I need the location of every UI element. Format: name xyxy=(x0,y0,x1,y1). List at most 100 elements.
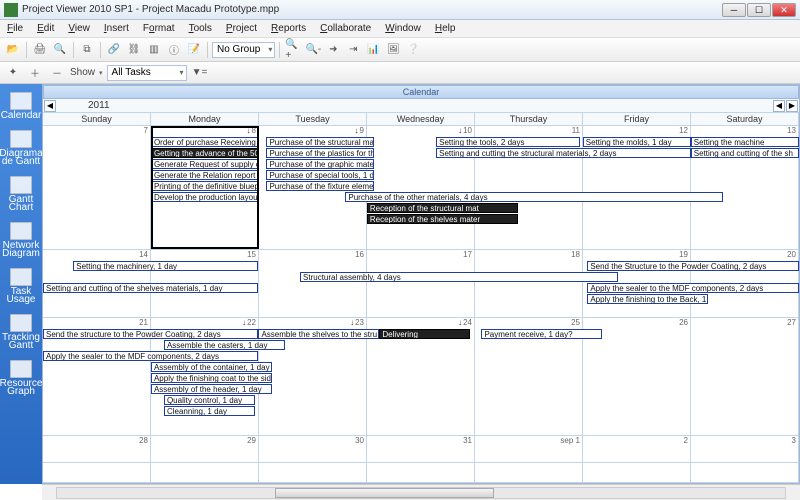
picture-icon[interactable]: 🖼 xyxy=(384,41,402,59)
day-cell[interactable]: 7 xyxy=(43,126,151,249)
zoom-out-icon[interactable]: 🔍- xyxy=(304,41,322,59)
month-next-prev-button[interactable]: ◀ xyxy=(773,100,785,112)
day-cell[interactable]: 3 xyxy=(691,436,799,462)
help-icon[interactable]: ❔ xyxy=(404,41,422,59)
scrollbar-thumb[interactable] xyxy=(275,488,493,498)
task-bar[interactable]: Send the Structure to the Powder Coating… xyxy=(587,261,799,271)
task-bar[interactable]: Assembly of the container, 1 day xyxy=(151,362,272,372)
zoom-in-icon[interactable]: 🔍+ xyxy=(284,41,302,59)
filter-select[interactable]: All Tasks xyxy=(107,65,187,81)
sidebar-item-tracking-gantt[interactable]: Tracking Gantt xyxy=(2,310,40,354)
task-bar[interactable]: Setting the machine xyxy=(691,137,799,147)
day-cell[interactable]: 16 xyxy=(259,250,367,317)
expand-icon[interactable]: ＋ xyxy=(26,64,44,82)
sidebar-item-task-usage[interactable]: Task Usage xyxy=(2,264,40,308)
day-cell[interactable]: 31 xyxy=(367,436,475,462)
maximize-button[interactable]: ☐ xyxy=(747,3,771,17)
task-bar[interactable]: Assembly of the header, 1 day xyxy=(151,384,272,394)
task-bar[interactable]: Reception of the shelves mater xyxy=(367,214,518,224)
close-button[interactable]: ✕ xyxy=(772,3,796,17)
task-bar[interactable]: Quality control, 1 day xyxy=(164,395,255,405)
sidebar-item-network-diagram[interactable]: Network Diagram xyxy=(2,218,40,262)
info-icon[interactable]: ⓘ xyxy=(165,41,183,59)
menu-reports[interactable]: Reports xyxy=(268,23,309,34)
task-bar[interactable]: Purchase of the fixture elements, 1 d xyxy=(266,181,374,191)
unlink-icon[interactable]: ⛓ xyxy=(125,41,143,59)
goto-task-icon[interactable]: ➜ xyxy=(324,41,342,59)
menu-collaborate[interactable]: Collaborate xyxy=(317,23,374,34)
sidebar-item-calendar[interactable]: Calendar xyxy=(2,88,40,124)
task-bar[interactable]: Purchase of the graphic materials, 1 xyxy=(266,159,374,169)
open-icon[interactable]: 📂 xyxy=(4,41,22,59)
menu-help[interactable]: Help xyxy=(432,23,459,34)
note-icon[interactable]: 📝 xyxy=(185,41,203,59)
group-select[interactable]: No Group xyxy=(212,42,275,58)
task-bar[interactable]: Order of purchase Receiving xyxy=(151,137,259,147)
task-bar[interactable]: Purchase of the structural materials, xyxy=(266,137,374,147)
print-preview-icon[interactable]: 🔍 xyxy=(51,41,69,59)
day-cell[interactable]: 29 xyxy=(151,436,259,462)
day-cell[interactable] xyxy=(691,463,799,482)
scroll-to-icon[interactable]: ⇥ xyxy=(344,41,362,59)
task-bar[interactable]: Assemble the casters, 1 day xyxy=(164,340,285,350)
task-bar[interactable]: Send the structure to the Powder Coating… xyxy=(43,329,258,339)
menu-insert[interactable]: Insert xyxy=(101,23,132,34)
chart-icon[interactable]: 📊 xyxy=(364,41,382,59)
print-icon[interactable]: 🖨 xyxy=(31,41,49,59)
task-bar[interactable]: Setting the tools, 2 days xyxy=(436,137,580,147)
link-icon[interactable]: 🔗 xyxy=(105,41,123,59)
menu-tools[interactable]: Tools xyxy=(186,23,215,34)
day-cell[interactable] xyxy=(583,463,691,482)
day-cell[interactable]: 18 xyxy=(475,250,583,317)
task-bar[interactable]: Purchase of special tools, 1 day xyxy=(266,170,374,180)
day-cell[interactable]: 17 xyxy=(367,250,475,317)
task-bar[interactable]: Payment receive, 1 day? xyxy=(481,329,602,339)
day-cell[interactable]: 28 xyxy=(43,436,151,462)
collapse-icon[interactable]: － xyxy=(48,64,66,82)
day-cell[interactable] xyxy=(259,463,367,482)
month-next-button[interactable]: ▶ xyxy=(786,100,798,112)
task-bar[interactable]: Printing of the definitive blueprint xyxy=(151,181,259,191)
menu-edit[interactable]: Edit xyxy=(34,23,57,34)
menu-view[interactable]: View xyxy=(65,23,93,34)
day-cell[interactable]: 30 xyxy=(259,436,367,462)
task-bar[interactable]: Develop the production layout xyxy=(151,192,259,202)
task-bar[interactable]: Apply the finishing coat to the sid xyxy=(151,373,272,383)
task-bar[interactable]: Setting and cutting of the shelves mater… xyxy=(43,283,258,293)
day-cell[interactable] xyxy=(43,463,151,482)
task-bar[interactable]: Setting the machinery, 1 day xyxy=(73,261,258,271)
task-bar[interactable]: Setting the molds, 1 day xyxy=(583,137,691,147)
task-bar[interactable]: Purchase of the plastics for the shelv xyxy=(266,148,374,158)
task-bar[interactable]: Structural assembly, 4 days xyxy=(300,272,618,282)
horizontal-scrollbar[interactable] xyxy=(42,484,800,500)
sidebar-item-gantt-chart[interactable]: Gantt Chart xyxy=(2,172,40,216)
task-bar[interactable]: Generate the Relation report of T xyxy=(151,170,259,180)
menu-format[interactable]: Format xyxy=(140,23,178,34)
minimize-button[interactable]: ─ xyxy=(722,3,746,17)
task-bar[interactable]: Delivering xyxy=(379,329,470,339)
task-bar[interactable]: Apply the sealer to the MDF components, … xyxy=(587,283,799,293)
sidebar-item-resource-graph[interactable]: Resource Graph xyxy=(2,356,40,400)
copy-icon[interactable]: ⧉ xyxy=(78,41,96,59)
day-cell[interactable] xyxy=(367,463,475,482)
day-cell[interactable]: 2 xyxy=(583,436,691,462)
task-bar[interactable]: Apply the sealer to the MDF components, … xyxy=(43,351,258,361)
day-cell[interactable] xyxy=(151,463,259,482)
sidebar-item-gantt-diagram[interactable]: Diagrama de Gantt xyxy=(2,126,40,170)
outdent-icon[interactable]: ✦ xyxy=(4,64,22,82)
month-prev-button[interactable]: ◀ xyxy=(44,100,56,112)
autofilter-icon[interactable]: ▼= xyxy=(191,64,209,82)
task-bar[interactable]: Generate Request of supply or t xyxy=(151,159,259,169)
task-bar[interactable]: Apply the finishing to the Back, 1 xyxy=(587,294,708,304)
menu-project[interactable]: Project xyxy=(223,23,260,34)
task-bar[interactable]: Getting the advance of the 50% xyxy=(151,148,259,158)
task-bar[interactable]: Setting and cutting the structural mater… xyxy=(436,148,691,158)
task-bar[interactable]: Setting and cutting of the sh xyxy=(691,148,799,158)
menu-file[interactable]: File xyxy=(4,23,26,34)
menu-window[interactable]: Window xyxy=(382,23,424,34)
day-cell[interactable]: sep 1 xyxy=(475,436,583,462)
task-bar[interactable]: Cleanning, 1 day xyxy=(164,406,255,416)
task-bar[interactable]: Assemble the shelves to the stru xyxy=(258,329,379,339)
day-cell[interactable] xyxy=(475,463,583,482)
split-icon[interactable]: ▥ xyxy=(145,41,163,59)
